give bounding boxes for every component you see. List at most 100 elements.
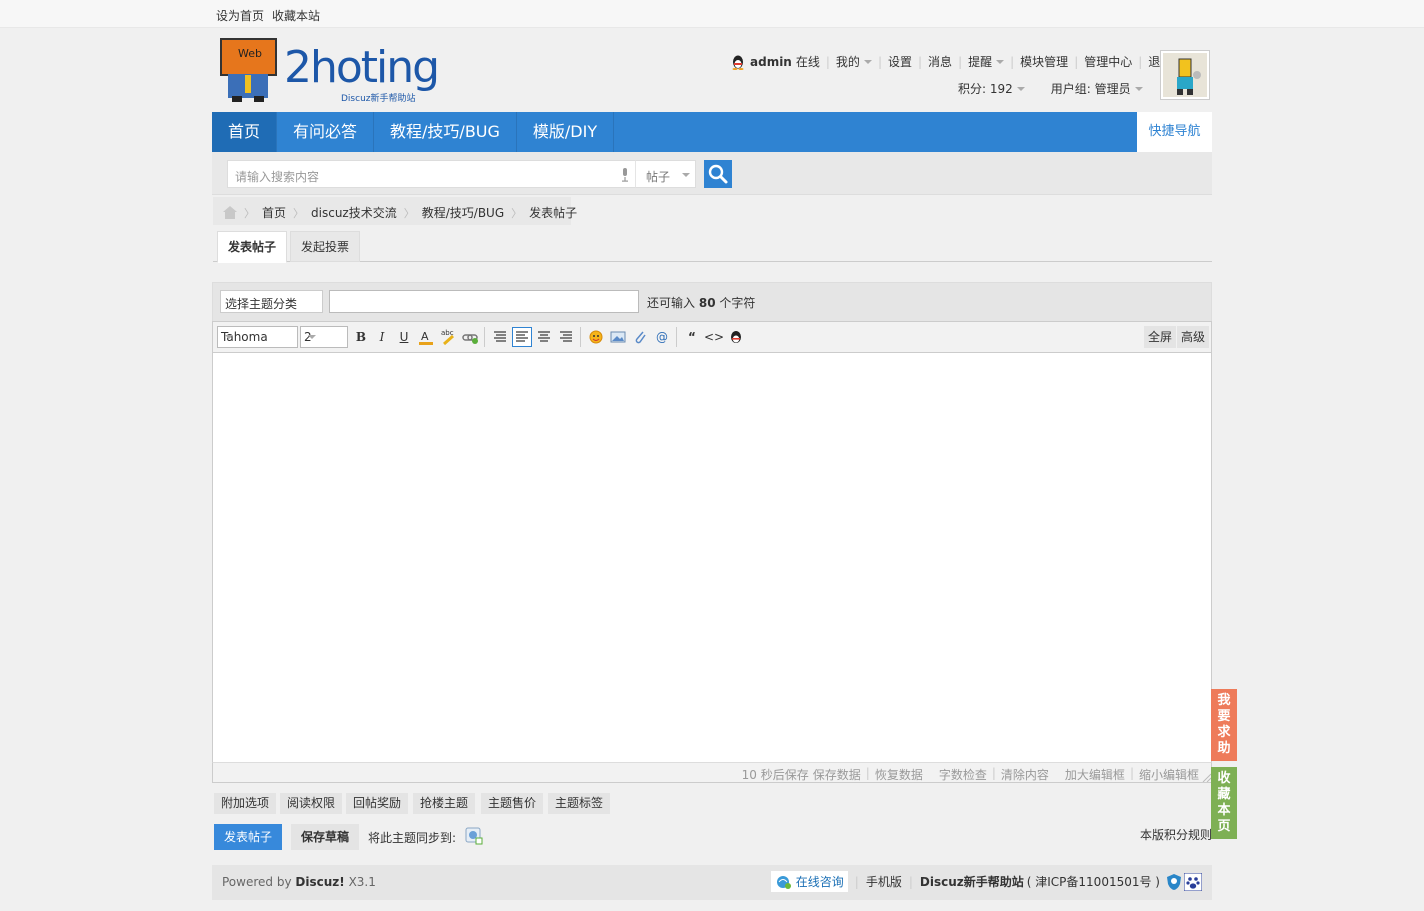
- align-right-icon[interactable]: [556, 327, 576, 347]
- username[interactable]: admin: [750, 55, 792, 69]
- svg-text:Web: Web: [238, 47, 262, 60]
- svg-text:A: A: [421, 330, 429, 343]
- code-icon[interactable]: <>: [704, 327, 724, 347]
- font-color-icon[interactable]: A: [416, 327, 436, 347]
- usergroup-menu[interactable]: 用户组: 管理员: [1051, 80, 1131, 97]
- breadcrumb-home[interactable]: 首页: [262, 204, 286, 221]
- font-size-select[interactable]: 2: [300, 326, 348, 348]
- settings-link[interactable]: 设置: [888, 53, 912, 70]
- quote-icon[interactable]: “: [682, 327, 702, 347]
- restore-data-link[interactable]: 恢复数据: [875, 766, 923, 783]
- read-permission-button[interactable]: 阅读权限: [280, 793, 343, 814]
- char-remaining-prefix: 还可输入: [647, 296, 696, 310]
- sync-weibo-icon[interactable]: [464, 826, 484, 846]
- fullscreen-button[interactable]: 全屏: [1144, 326, 1177, 348]
- search-input[interactable]: 请输入搜索内容: [227, 160, 636, 188]
- qq-icon[interactable]: [726, 327, 746, 347]
- attachment-icon[interactable]: [630, 327, 650, 347]
- floor-rush-button[interactable]: 抢楼主题: [413, 793, 476, 814]
- module-manage-link[interactable]: 模块管理: [1020, 53, 1068, 70]
- mobile-version-link[interactable]: 手机版: [866, 873, 902, 890]
- forum-credit-rules-link[interactable]: 本版积分规则: [1140, 826, 1212, 843]
- align-center-icon[interactable]: [534, 327, 554, 347]
- extra-options-button[interactable]: 附加选项: [214, 793, 277, 814]
- credits-menu[interactable]: 积分: 192: [958, 80, 1013, 97]
- thread-tags-button[interactable]: 主题标签: [548, 793, 611, 814]
- subject-input[interactable]: [329, 290, 639, 313]
- nav-tutorials[interactable]: 教程/技巧/BUG: [374, 112, 517, 152]
- word-check-link[interactable]: 字数检查: [939, 766, 987, 783]
- help-float-button[interactable]: 我 要 求 助: [1211, 689, 1237, 761]
- help-char: 助: [1217, 741, 1231, 756]
- powered-by: Powered by Discuz! X3.1: [222, 875, 376, 889]
- baidu-paw-icon[interactable]: [1184, 872, 1202, 891]
- powered-prefix: Powered by: [222, 875, 292, 889]
- smiley-icon[interactable]: [586, 327, 606, 347]
- save-data-link[interactable]: 保存数据: [813, 766, 861, 783]
- admin-center-link[interactable]: 管理中心: [1084, 53, 1132, 70]
- fav-char: 收: [1217, 771, 1231, 786]
- avatar-image: [1163, 53, 1207, 97]
- breadcrumb: 〉 首页 〉 discuz技术交流 〉 教程/技巧/BUG 〉 发表帖子: [213, 197, 577, 225]
- messages-link[interactable]: 消息: [928, 53, 952, 70]
- icp-number[interactable]: ( 津ICP备11001501号 ): [1027, 873, 1160, 890]
- highlight-icon[interactable]: abc: [438, 327, 458, 347]
- thread-type-select[interactable]: 选择主题分类: [220, 290, 323, 313]
- chevron-down-icon: [996, 59, 1005, 64]
- bookmark-float-button[interactable]: 收 藏 本 页: [1211, 767, 1237, 839]
- reply-reward-button[interactable]: 回帖奖励: [346, 793, 409, 814]
- help-char: 我: [1217, 693, 1231, 708]
- italic-icon[interactable]: I: [372, 327, 392, 347]
- online-consult-button[interactable]: 在线咨询: [770, 871, 848, 892]
- quick-nav-button[interactable]: 快捷导航: [1137, 112, 1212, 152]
- editor-statusbar: 10 秒后保存 保存数据 | 恢复数据 字数检查 | 清除内容 加大编辑框 | …: [212, 762, 1212, 783]
- notifications-menu[interactable]: 提醒: [968, 53, 992, 70]
- enlarge-editor-link[interactable]: 加大编辑框: [1065, 766, 1125, 783]
- nav-templates[interactable]: 模版/DIY: [517, 112, 615, 152]
- top-toolbar: 设为首页 收藏本站: [0, 0, 1424, 28]
- breadcrumb-tutorials[interactable]: 教程/技巧/BUG: [422, 204, 504, 221]
- chevron-down-icon: [1134, 86, 1143, 91]
- advanced-button[interactable]: 高级: [1177, 326, 1210, 348]
- editor-textarea[interactable]: [212, 353, 1212, 762]
- nav-qa[interactable]: 有问必答: [277, 112, 375, 152]
- align-left-icon[interactable]: [490, 327, 510, 347]
- avatar[interactable]: [1160, 50, 1210, 100]
- align-justify-icon[interactable]: [512, 327, 532, 347]
- tab-new-thread[interactable]: 发表帖子: [217, 231, 288, 263]
- breadcrumb-discuz[interactable]: discuz技术交流: [311, 204, 397, 221]
- discuz-link[interactable]: Discuz!: [295, 875, 344, 889]
- shield-icon[interactable]: [1166, 873, 1182, 891]
- logo-subtitle: Discuz新手帮助站: [341, 94, 416, 104]
- site-logo[interactable]: Web 2hoting Discuz新手帮助站: [218, 36, 450, 106]
- search-button[interactable]: [704, 160, 732, 188]
- nav-home[interactable]: 首页: [212, 112, 278, 152]
- chevron-down-icon: [229, 300, 237, 304]
- chevron-down-icon: [682, 173, 690, 177]
- link-icon[interactable]: [460, 327, 480, 347]
- sync-label: 将此主题同步到:: [368, 831, 457, 845]
- clear-content-link[interactable]: 清除内容: [1001, 766, 1049, 783]
- footer: Powered by Discuz! X3.1 在线咨询 | 手机版 | Dis…: [212, 865, 1212, 900]
- qq-penguin-icon[interactable]: [730, 54, 746, 70]
- mention-icon[interactable]: @: [652, 327, 672, 347]
- shrink-editor-link[interactable]: 缩小编辑框: [1139, 766, 1199, 783]
- site-name-link[interactable]: Discuz新手帮助站: [920, 873, 1024, 890]
- thread-price-button[interactable]: 主题售价: [481, 793, 544, 814]
- submit-post-button[interactable]: 发表帖子: [214, 824, 282, 850]
- save-draft-button[interactable]: 保存草稿: [291, 824, 359, 850]
- image-icon[interactable]: [608, 327, 628, 347]
- my-menu[interactable]: 我的: [836, 53, 860, 70]
- home-icon[interactable]: [223, 206, 237, 219]
- bold-icon[interactable]: B: [351, 327, 371, 347]
- tab-new-poll[interactable]: 发起投票: [290, 231, 361, 262]
- microphone-icon[interactable]: [621, 168, 629, 182]
- char-remaining-count: 80: [698, 296, 716, 310]
- consult-icon: [776, 875, 791, 889]
- font-family-select[interactable]: Tahoma: [217, 326, 298, 348]
- set-home-link[interactable]: 设为首页: [216, 7, 264, 24]
- underline-icon[interactable]: U: [394, 327, 414, 347]
- bookmark-site-link[interactable]: 收藏本站: [272, 7, 320, 24]
- resize-handle-icon[interactable]: [1201, 772, 1211, 782]
- search-type-select[interactable]: 帖子: [635, 160, 696, 188]
